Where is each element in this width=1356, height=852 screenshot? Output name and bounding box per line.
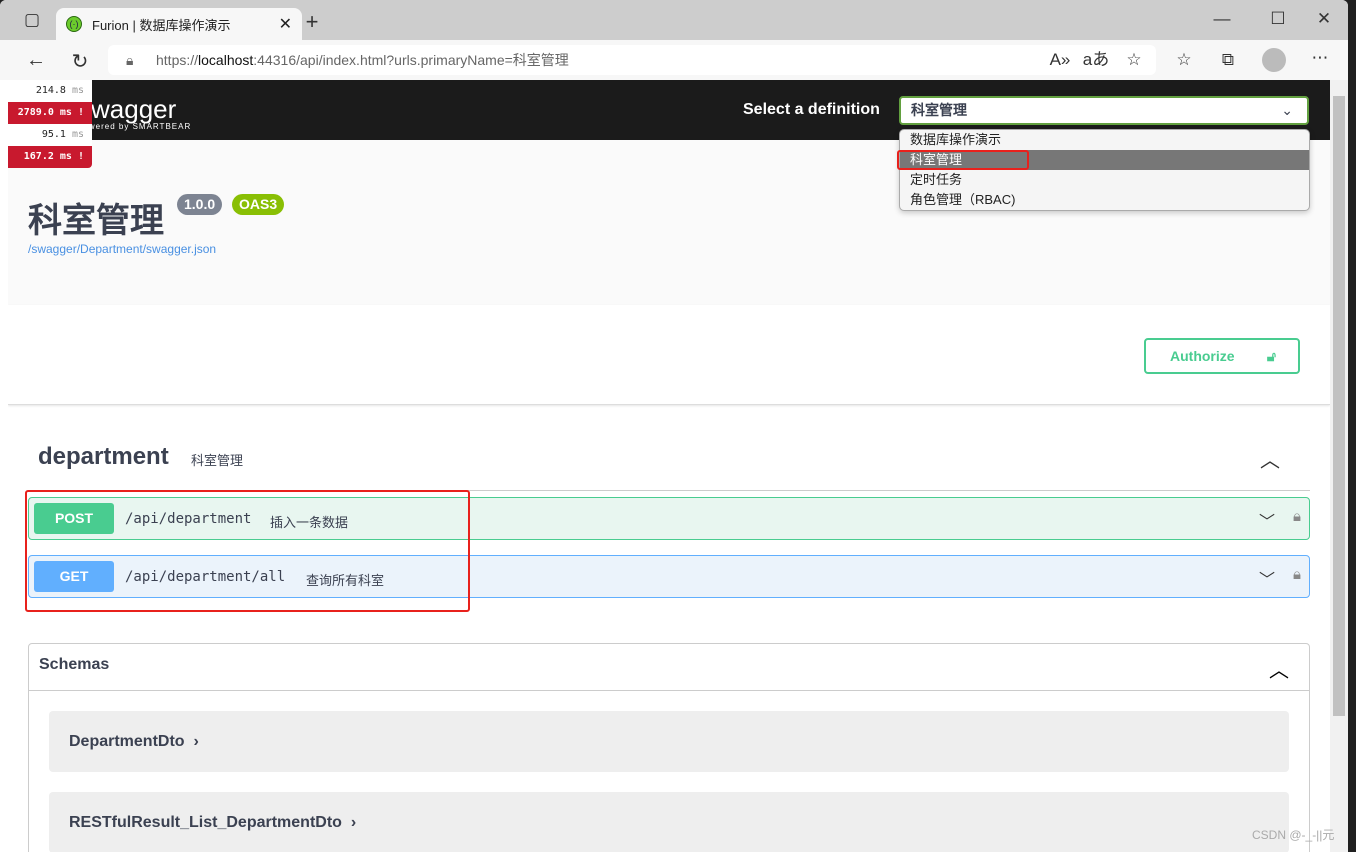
collections-icon[interactable]: ⧉ (1214, 50, 1242, 70)
timing-unit: ms ! (59, 151, 84, 162)
chevron-down-icon[interactable]: ﹀ (1259, 566, 1275, 590)
operation-get[interactable]: GET /api/department/all 查询所有科室 ﹀ 🔒︎ (28, 555, 1310, 598)
profile-avatar[interactable] (1262, 48, 1286, 72)
scheme-container (8, 305, 1330, 405)
chevron-down-icon: ⌄ (1281, 102, 1293, 118)
swagger-json-link[interactable]: /swagger/Department/swagger.json (28, 242, 216, 256)
chevron-up-icon[interactable]: ︿ (1260, 444, 1280, 473)
browser-window: ▢ (·) Furion | 数据库操作演示 ✕ + — ☐ ✕ ← ↻ ☆ ⧉… (0, 0, 1348, 852)
close-tab-icon[interactable]: ✕ (279, 14, 292, 34)
timing-overlay: 214.8 ms 2789.0 ms ! 95.1 ms 167.2 ms ! (8, 80, 92, 168)
tab-title: Furion | 数据库操作演示 (92, 17, 231, 33)
chevron-up-icon[interactable]: ︿ (1269, 654, 1289, 683)
schemas-section: Schemas ︿ DepartmentDto › RESTfulResult_… (28, 643, 1310, 852)
method-badge: GET (34, 561, 114, 592)
operation-path: /api/department (125, 511, 252, 527)
operation-summary: 插入一条数据 (270, 515, 349, 530)
operation-summary: 查询所有科室 (306, 573, 385, 588)
tab-actions-icon[interactable]: ▢ (18, 10, 46, 30)
favicon-icon: (·) (66, 16, 82, 32)
selected-definition: 科室管理 (911, 102, 967, 118)
model-name: RESTfulResult_List_DepartmentDto (69, 814, 342, 831)
option-selected[interactable]: 科室管理 (900, 150, 1309, 170)
translate-icon[interactable]: aあ (1082, 45, 1110, 75)
definition-select[interactable]: 科室管理 ⌄ (899, 96, 1309, 125)
back-icon[interactable]: ← (22, 49, 50, 72)
authorize-label: Authorize (1170, 348, 1235, 364)
timing-unit: ms (71, 129, 84, 140)
unlock-icon: 🔓︎ (1266, 348, 1276, 364)
divider (29, 690, 1309, 691)
timing-value: 167.2 (23, 151, 54, 162)
tag-name[interactable]: department (38, 443, 169, 471)
timing-unit: ms ! (59, 107, 84, 118)
timing-value: 214.8 (35, 85, 66, 96)
timing-row: 95.1 ms (8, 124, 92, 146)
select-definition-label: Select a definition (743, 101, 880, 118)
url-input[interactable]: 🔒︎ https://localhost:44316/api/index.htm… (108, 45, 1156, 75)
url-path: :44316/api/index.html?urls.primaryName=科… (253, 52, 569, 68)
operation-path: /api/department/all (125, 569, 286, 585)
chevron-down-icon[interactable]: ﹀ (1259, 508, 1275, 532)
watermark: CSDN @-_-||元 (1252, 828, 1335, 842)
scrollbar-thumb[interactable] (1333, 96, 1345, 716)
oas-badge: OAS3 (232, 194, 285, 215)
logo-text: swagger (78, 94, 177, 124)
browser-tab[interactable]: (·) Furion | 数据库操作演示 ✕ (56, 8, 302, 40)
url-host: localhost (198, 52, 254, 68)
swagger-logo[interactable]: swagger powered by SMARTBEAR (78, 94, 190, 131)
timing-row-slow: 2789.0 ms ! (8, 102, 92, 124)
refresh-icon[interactable]: ↻ (66, 49, 94, 74)
url-scheme: https:// (156, 52, 199, 68)
definition-dropdown: 数据库操作演示 科室管理 定时任务 角色管理（RBAC) (899, 129, 1310, 211)
timing-row: 214.8 ms (8, 80, 92, 102)
option[interactable]: 角色管理（RBAC) (900, 190, 1309, 210)
chevron-right-icon: › (189, 733, 199, 750)
schemas-title[interactable]: Schemas (39, 656, 109, 674)
timing-row-slow: 167.2 ms ! (8, 146, 92, 168)
tab-bar: ▢ (·) Furion | 数据库操作演示 ✕ + — ☐ ✕ (0, 0, 1348, 40)
timing-value: 95.1 (41, 129, 66, 140)
new-tab-icon[interactable]: + (298, 9, 326, 35)
version-badge: 1.0.0 (177, 194, 223, 215)
maximize-icon[interactable]: ☐ (1264, 9, 1292, 29)
favorites-icon[interactable]: ☆ (1170, 50, 1198, 70)
swagger-page: swagger powered by SMARTBEAR Select a def… (8, 80, 1330, 852)
model-name: DepartmentDto (69, 733, 185, 750)
chevron-right-icon: › (346, 814, 357, 831)
authorize-button[interactable]: Authorize 🔓︎ (1144, 338, 1300, 374)
logo-subtitle: powered by SMARTBEAR (78, 122, 192, 131)
read-aloud-icon[interactable]: A» (1046, 45, 1074, 75)
page-title: 科室管理 (28, 202, 164, 240)
tag-description: 科室管理 (191, 453, 244, 468)
close-window-icon[interactable]: ✕ (1310, 9, 1338, 29)
timing-unit: ms (71, 85, 84, 96)
lock-icon[interactable]: 🔒︎ (1293, 508, 1301, 525)
lock-icon[interactable]: 🔒︎ (1293, 566, 1301, 583)
option[interactable]: 定时任务 (900, 170, 1309, 190)
add-favorite-icon[interactable]: ☆ (1120, 45, 1148, 75)
divider (28, 490, 1310, 491)
operation-post[interactable]: POST /api/department 插入一条数据 ﹀ 🔒︎ (28, 497, 1310, 540)
timing-value: 2789.0 (17, 107, 54, 118)
model-item[interactable]: RESTfulResult_List_DepartmentDto › (49, 792, 1289, 852)
more-icon[interactable]: ⋯ (1306, 48, 1334, 68)
minimize-icon[interactable]: — (1208, 9, 1236, 29)
lock-icon[interactable]: 🔒︎ (126, 45, 133, 75)
option[interactable]: 数据库操作演示 (900, 130, 1309, 150)
method-badge: POST (34, 503, 114, 534)
model-item[interactable]: DepartmentDto › (49, 711, 1289, 772)
